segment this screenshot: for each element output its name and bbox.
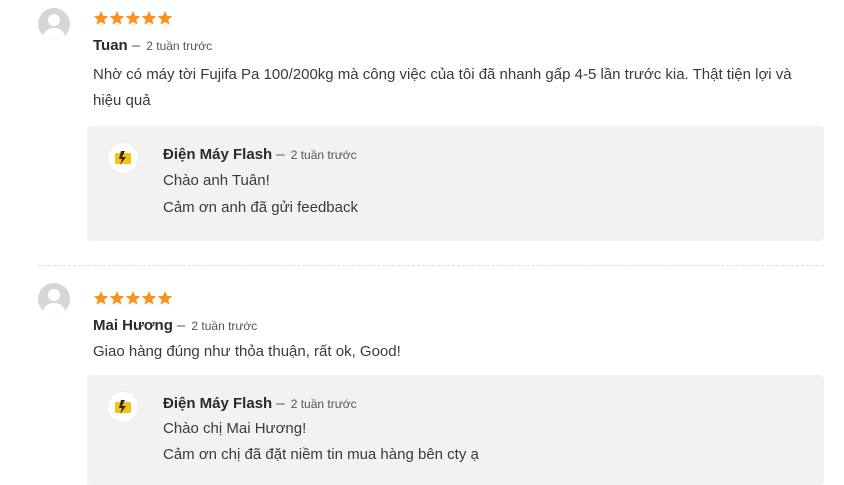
dien-may-flash-logo-icon [108, 143, 138, 173]
star-icon [93, 291, 109, 305]
reply-meta: Điện Máy Flash – 2 tuần trước [163, 146, 357, 163]
meta-separator: – [176, 317, 186, 334]
reply-message: Cảm ơn chị đã đặt niềm tin mua hàng bên … [163, 446, 479, 463]
review-meta: Mai Hương – 2 tuần trước [93, 317, 257, 334]
meta-separator: – [276, 395, 285, 412]
user-avatar-icon [38, 8, 70, 40]
reply-meta: Điện Máy Flash – 2 tuần trước [163, 395, 357, 412]
review-divider [38, 265, 824, 266]
star-icon [125, 11, 141, 25]
review-time: 2 tuần trước [191, 319, 258, 333]
reply-message: Cảm ơn anh đã gửi feedback [163, 199, 358, 216]
star-rating [93, 290, 173, 306]
dien-may-flash-logo-icon [108, 392, 138, 422]
star-icon [125, 291, 141, 305]
review-time: 2 tuần trước [146, 39, 213, 53]
meta-separator: – [276, 146, 285, 163]
review-meta: Tuan – 2 tuần trước [93, 37, 212, 54]
reply-box: Điện Máy Flash – 2 tuần trước Chào chị Ma… [87, 375, 824, 485]
star-icon [141, 291, 157, 305]
star-icon [141, 11, 157, 25]
review-text: Giao hàng đúng như thỏa thuận, rất ok, G… [93, 343, 401, 360]
reply-time: 2 tuần trước [290, 148, 357, 162]
star-icon [109, 11, 125, 25]
reply-time: 2 tuần trước [290, 397, 357, 411]
reply-greeting: Chào chị Mai Hương! [163, 420, 307, 437]
reply-box: Điện Máy Flash – 2 tuần trước Chào anh Tu… [87, 126, 824, 241]
star-rating [93, 10, 173, 26]
review-author: Mai Hương [93, 317, 173, 334]
review-author: Tuan [93, 37, 128, 54]
reply-author: Điện Máy Flash [163, 146, 273, 163]
review-text: Nhờ có máy tời Fujifa Pa 100/200kg mà cô… [93, 66, 792, 109]
meta-separator: – [131, 37, 141, 54]
star-icon [157, 291, 173, 305]
review-item: Tuan – 2 tuần trước Nhờ có máy tời Fujifa… [0, 8, 844, 258]
user-avatar-icon [38, 283, 70, 315]
review-item: Mai Hương – 2 tuần trước Giao hàng đúng n… [0, 283, 844, 485]
star-icon [157, 11, 173, 25]
star-icon [93, 11, 109, 25]
reply-author: Điện Máy Flash [163, 395, 273, 412]
star-icon [109, 291, 125, 305]
reply-greeting: Chào anh Tuân! [163, 172, 270, 189]
